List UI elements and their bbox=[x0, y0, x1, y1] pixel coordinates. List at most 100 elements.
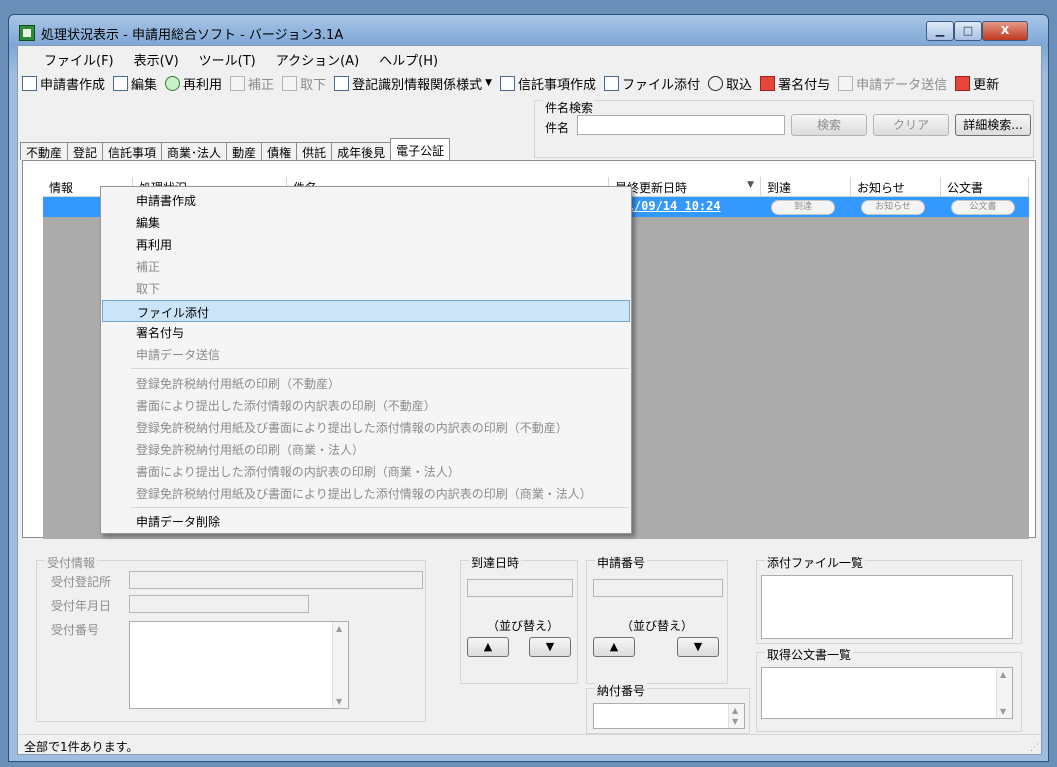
tab-notary[interactable]: 電子公証 bbox=[390, 138, 451, 160]
cm-print-both-realestate[interactable]: 登録免許税納付用紙及び書面により提出した添付情報の内訳表の印刷（不動産） bbox=[102, 416, 630, 438]
sign-button[interactable]: 署名付与 bbox=[760, 74, 830, 93]
trust-button[interactable]: 信託事項作成 bbox=[500, 74, 596, 93]
resize-grip-icon[interactable]: ⋰ bbox=[1030, 743, 1039, 753]
register-info-button[interactable]: 登記識別情報関係様式 ▼ bbox=[334, 74, 492, 93]
maximize-button[interactable]: □ bbox=[954, 21, 982, 41]
refresh-button[interactable]: 更新 bbox=[955, 74, 999, 93]
spin-down-icon[interactable]: ▼ bbox=[732, 717, 738, 726]
tab-deposit[interactable]: 供託 bbox=[296, 142, 333, 160]
window-title: 処理状況表示 - 申請用総合ソフト - バージョン3.1A bbox=[41, 28, 344, 43]
application-number-title: 申請番号 bbox=[595, 554, 648, 571]
cm-send[interactable]: 申請データ送信 bbox=[102, 343, 630, 365]
payment-number-spinner[interactable]: ▲ ▼ bbox=[728, 704, 744, 728]
status-bar: 全部で1件あります。 ⋰ bbox=[18, 734, 1041, 755]
cm-correct[interactable]: 補正 bbox=[102, 255, 630, 277]
receipt-number-list[interactable]: ▲ ▼ bbox=[129, 621, 349, 709]
receipt-number-label: 受付番号 bbox=[51, 623, 100, 637]
menu-file[interactable]: ファイル(F) bbox=[34, 46, 124, 69]
menu-action[interactable]: アクション(A) bbox=[266, 46, 369, 69]
tab-claims[interactable]: 債権 bbox=[261, 142, 298, 160]
official-docs-list[interactable]: ▲ ▼ bbox=[761, 667, 1013, 719]
arrival-datetime-title: 到達日時 bbox=[469, 554, 522, 571]
cm-attach-file[interactable]: ファイル添付 bbox=[102, 300, 630, 322]
cm-sign[interactable]: 署名付与 bbox=[102, 321, 630, 343]
application-sort-down-button[interactable]: ▼ bbox=[677, 637, 719, 657]
tab-guardianship[interactable]: 成年後見 bbox=[331, 142, 392, 160]
cm-edit[interactable]: 編集 bbox=[102, 211, 630, 233]
receipt-info-title: 受付情報 bbox=[45, 554, 98, 571]
send-button[interactable]: 申請データ送信 bbox=[838, 74, 947, 93]
application-sort-up-button[interactable]: ▲ bbox=[593, 637, 635, 657]
scroll-up-icon[interactable]: ▲ bbox=[336, 624, 342, 633]
column-notice[interactable]: お知らせ bbox=[851, 177, 941, 197]
reuse-icon bbox=[165, 75, 181, 91]
receipt-date-field bbox=[129, 595, 309, 613]
fetch-button[interactable]: 取込 bbox=[708, 74, 752, 93]
trust-icon bbox=[500, 75, 516, 91]
refresh-icon bbox=[955, 75, 971, 91]
attachment-list-group: 添付ファイル一覧 bbox=[756, 554, 1022, 644]
advanced-search-button[interactable]: 詳細検索... bbox=[955, 114, 1031, 136]
reuse-button[interactable]: 再利用 bbox=[165, 74, 222, 93]
clear-button[interactable]: クリア bbox=[873, 114, 949, 136]
scroll-down-icon[interactable]: ▼ bbox=[1000, 707, 1006, 716]
cm-print-breakdown-commercial[interactable]: 書面により提出した添付情報の内訳表の印刷（商業・法人） bbox=[102, 460, 630, 482]
cm-withdraw[interactable]: 取下 bbox=[102, 277, 630, 299]
column-official[interactable]: 公文書 bbox=[941, 177, 1029, 197]
scroll-up-icon[interactable]: ▲ bbox=[1000, 670, 1006, 679]
application-number-group: 申請番号 （並び替え） ▲ ▼ bbox=[586, 554, 728, 684]
cm-create[interactable]: 申請書作成 bbox=[102, 189, 630, 211]
attachment-list[interactable] bbox=[761, 575, 1013, 639]
document-icon bbox=[22, 75, 37, 91]
tab-real-estate[interactable]: 不動産 bbox=[20, 142, 69, 160]
attach-button[interactable]: ファイル添付 bbox=[604, 74, 700, 93]
tab-commercial[interactable]: 商業･法人 bbox=[161, 142, 228, 160]
tab-registration[interactable]: 登記 bbox=[67, 142, 104, 160]
arrival-sort-up-button[interactable]: ▲ bbox=[467, 637, 509, 657]
cm-print-breakdown-realestate[interactable]: 書面により提出した添付情報の内訳表の印刷（不動産） bbox=[102, 394, 630, 416]
scroll-down-icon[interactable]: ▼ bbox=[336, 697, 342, 706]
edit-button[interactable]: 編集 bbox=[113, 74, 157, 93]
close-button[interactable]: X bbox=[982, 21, 1028, 41]
receipt-number-scrollbar[interactable]: ▲ ▼ bbox=[332, 622, 348, 708]
form-icon bbox=[334, 75, 350, 91]
notice-button[interactable]: お知らせ bbox=[861, 200, 925, 215]
arrival-sort-down-button[interactable]: ▼ bbox=[529, 637, 571, 657]
official-docs-group: 取得公文書一覧 ▲ ▼ bbox=[756, 646, 1022, 732]
category-tabs: 不動産 登記 信託事項 商業･法人 動産 債権 供託 成年後見 電子公証 bbox=[20, 138, 451, 160]
menu-view[interactable]: 表示(V) bbox=[124, 46, 189, 69]
cm-reuse[interactable]: 再利用 bbox=[102, 233, 630, 255]
arrival-button[interactable]: 到達 bbox=[771, 200, 835, 215]
cm-delete[interactable]: 申請データ削除 bbox=[102, 510, 630, 532]
tab-movables[interactable]: 動産 bbox=[226, 142, 263, 160]
arrival-sort-label: （並び替え） bbox=[487, 619, 560, 633]
cm-print-tax-commercial[interactable]: 登録免許税納付用紙の印刷（商業・法人） bbox=[102, 438, 630, 460]
withdraw-button[interactable]: 取下 bbox=[282, 74, 326, 93]
status-text: 全部で1件あります。 bbox=[24, 740, 139, 754]
toolbar: 申請書作成 編集 再利用 補正 取下 登記識別情報関係様式 ▼ 信託事項作成 ファ… bbox=[22, 70, 1007, 96]
arrival-datetime-group: 到達日時 （並び替え） ▲ ▼ bbox=[460, 554, 578, 684]
receipt-office-label: 受付登記所 bbox=[51, 575, 112, 589]
dropdown-arrow-icon[interactable]: ▼ bbox=[485, 78, 492, 88]
menu-tools[interactable]: ツール(T) bbox=[189, 46, 266, 69]
cm-print-tax-realestate[interactable]: 登録免許税納付用紙の印刷（不動産） bbox=[102, 372, 630, 394]
edit-icon bbox=[113, 75, 129, 91]
create-button[interactable]: 申請書作成 bbox=[22, 74, 105, 93]
official-doc-button[interactable]: 公文書 bbox=[951, 200, 1015, 215]
minimize-button[interactable]: ▁ bbox=[926, 21, 954, 41]
tab-trust[interactable]: 信託事項 bbox=[102, 142, 163, 160]
cm-separator bbox=[131, 507, 629, 508]
title-bar[interactable]: 処理状況表示 - 申請用総合ソフト - バージョン3.1A ▁ □ X bbox=[9, 15, 1048, 45]
receipt-office-field bbox=[129, 571, 423, 589]
official-docs-scrollbar[interactable]: ▲ ▼ bbox=[996, 668, 1012, 718]
arrival-datetime-field bbox=[467, 579, 573, 597]
spin-up-icon[interactable]: ▲ bbox=[732, 706, 738, 715]
search-button[interactable]: 検索 bbox=[791, 114, 867, 136]
menu-help[interactable]: ヘルプ(H) bbox=[369, 46, 448, 69]
detail-area: 受付情報 受付登記所 受付年月日 受付番号 ▲ ▼ 到達日時 （並び替え） ▲ ▼… bbox=[22, 540, 1036, 736]
payment-number-field[interactable]: ▲ ▼ bbox=[593, 703, 745, 729]
column-arrival[interactable]: 到達 bbox=[761, 177, 851, 197]
cm-print-both-commercial[interactable]: 登録免許税納付用紙及び書面により提出した添付情報の内訳表の印刷（商業・法人） bbox=[102, 482, 630, 504]
correct-button[interactable]: 補正 bbox=[230, 74, 274, 93]
subject-search-input[interactable] bbox=[577, 115, 785, 135]
